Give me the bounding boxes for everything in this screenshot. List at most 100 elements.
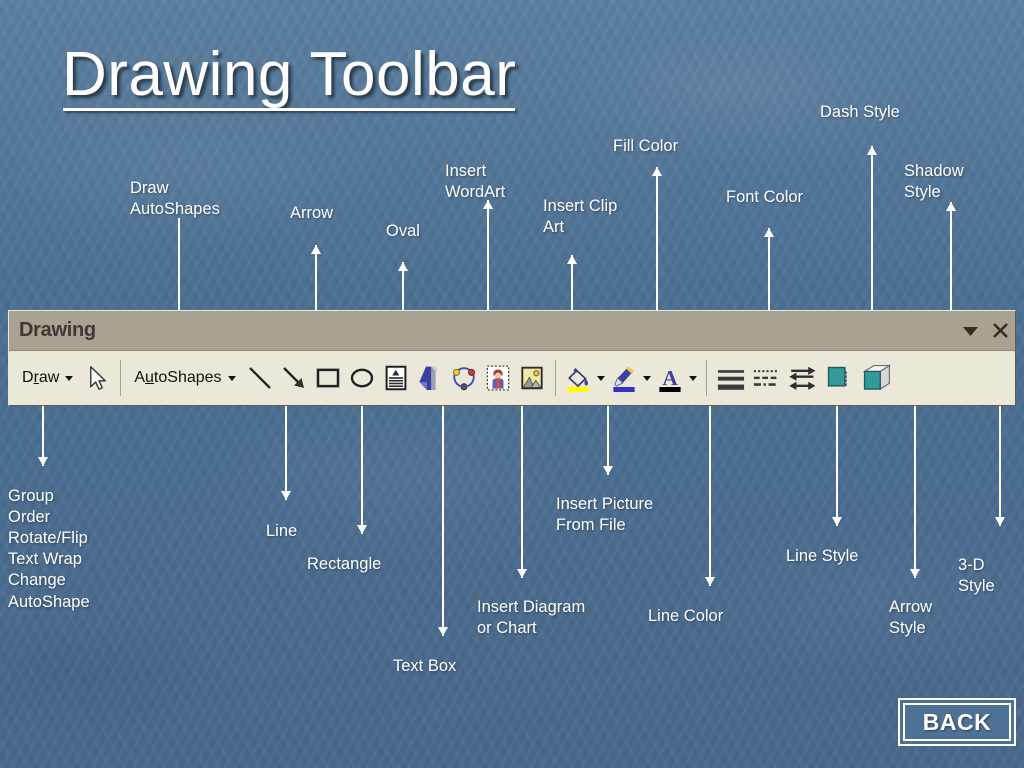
font-color-button[interactable]: A bbox=[654, 358, 686, 398]
leader-line-shadow-style bbox=[950, 202, 952, 310]
line-icon bbox=[248, 367, 271, 389]
callout-label-draw-autoshapes: Draw AutoShapes bbox=[130, 179, 220, 219]
arrowhead-line-color bbox=[705, 577, 715, 586]
leader-line-3d-style bbox=[999, 406, 1001, 526]
text-box-button[interactable] bbox=[379, 358, 413, 398]
3d-style-icon bbox=[862, 364, 891, 391]
callout-label-fill-color: Fill Color bbox=[613, 137, 679, 155]
page-title-underline bbox=[63, 108, 515, 111]
insert-picture-button[interactable] bbox=[515, 358, 549, 398]
shadow-style-icon bbox=[827, 366, 847, 387]
close-icon[interactable] bbox=[985, 311, 1015, 351]
leader-line-insert-wordart bbox=[487, 200, 489, 310]
line-style-icon bbox=[717, 370, 744, 390]
autoshapes-menu-button[interactable]: AutoShapes bbox=[127, 358, 242, 398]
callout-label-line-style: Line Style bbox=[786, 547, 859, 565]
leader-line-draw-autoshapes bbox=[178, 218, 180, 310]
arrowhead-font-color bbox=[764, 228, 774, 237]
arrow-style-icon bbox=[788, 366, 815, 390]
3d-style-button[interactable] bbox=[857, 358, 893, 398]
autoshapes-menu-label: AutoShapes bbox=[134, 369, 222, 386]
callout-label-insert-wordart: Insert WordArt bbox=[445, 162, 506, 202]
fill-color-button[interactable] bbox=[562, 358, 594, 398]
dash-style-button[interactable] bbox=[749, 358, 785, 398]
leader-line-text-box bbox=[442, 406, 444, 636]
callout-label-insert-clip-art: Insert Clip Art bbox=[543, 197, 618, 237]
fill-color-dropdown[interactable] bbox=[594, 358, 608, 398]
arrowhead-arrow-style bbox=[910, 569, 920, 578]
callout-label-insert-diagram: Insert Diagram or Chart bbox=[477, 598, 586, 638]
leader-line-insert-picture bbox=[607, 406, 609, 475]
diagram-icon bbox=[452, 367, 475, 391]
leader-line-line bbox=[285, 406, 287, 500]
back-button[interactable]: BACK bbox=[898, 698, 1016, 746]
arrowhead-insert-picture bbox=[603, 466, 613, 475]
toolbar-button-row: Draw AutoShapes A bbox=[9, 351, 1015, 405]
callout-label-draw-menu: Group Order Rotate/Flip Text Wrap Change… bbox=[8, 487, 90, 611]
font-color-dropdown[interactable] bbox=[686, 358, 700, 398]
callout-label-oval: Oval bbox=[386, 222, 420, 240]
dash-style-icon bbox=[753, 370, 777, 386]
wordart-icon bbox=[418, 366, 439, 390]
line-button[interactable] bbox=[243, 358, 277, 398]
callout-label-arrow: Arrow bbox=[290, 204, 334, 222]
chevron-down-icon bbox=[642, 375, 651, 381]
leader-line-line-style bbox=[836, 406, 838, 526]
line-color-dropdown[interactable] bbox=[640, 358, 654, 398]
insert-diagram-button[interactable] bbox=[447, 358, 481, 398]
oval-button[interactable] bbox=[345, 358, 379, 398]
callout-label-shadow-style: Shadow Style bbox=[904, 162, 964, 202]
arrow-button[interactable] bbox=[277, 358, 311, 398]
toolbar-title-bar[interactable]: Drawing bbox=[9, 311, 1015, 351]
callout-label-line-color: Line Color bbox=[648, 607, 724, 625]
toolbar-separator bbox=[705, 360, 707, 396]
line-style-button[interactable] bbox=[713, 358, 749, 398]
leader-line-arrow bbox=[315, 245, 317, 310]
arrowhead-rectangle bbox=[357, 525, 367, 534]
callout-label-font-color: Font Color bbox=[726, 188, 804, 206]
leader-line-fill-color bbox=[656, 167, 658, 310]
callout-label-line: Line bbox=[266, 522, 298, 540]
line-color-icon bbox=[612, 366, 635, 392]
oval-icon bbox=[350, 368, 373, 388]
picture-icon bbox=[520, 366, 543, 390]
leader-line-rectangle bbox=[361, 406, 363, 534]
insert-wordart-button[interactable] bbox=[413, 358, 447, 398]
insert-clip-art-button[interactable] bbox=[481, 358, 515, 398]
arrowhead-line-style bbox=[832, 517, 842, 526]
leader-line-dash-style bbox=[871, 146, 873, 310]
arrowhead-arrow bbox=[311, 245, 321, 254]
drawing-toolbar: Drawing Draw AutoShapes A bbox=[8, 310, 1016, 406]
rectangle-icon bbox=[316, 368, 339, 388]
draw-menu-label: Draw bbox=[22, 369, 60, 386]
chevron-down-icon bbox=[227, 375, 236, 381]
arrowhead-line bbox=[281, 491, 291, 500]
clip-art-icon bbox=[486, 365, 509, 391]
pointer-icon bbox=[90, 366, 107, 390]
font-color-icon: A bbox=[658, 366, 681, 392]
leader-line-line-color bbox=[709, 406, 711, 586]
arrow-style-button[interactable] bbox=[785, 358, 821, 398]
select-objects-button[interactable] bbox=[80, 358, 114, 398]
rectangle-button[interactable] bbox=[311, 358, 345, 398]
leader-line-font-color bbox=[768, 228, 770, 310]
arrow-icon bbox=[282, 367, 304, 388]
fill-color-icon bbox=[566, 368, 589, 392]
toolbar-separator bbox=[554, 360, 556, 396]
arrowhead-shadow-style bbox=[946, 202, 956, 211]
line-color-button[interactable] bbox=[608, 358, 640, 398]
callout-label-rectangle: Rectangle bbox=[307, 555, 382, 573]
toolbar-options-icon[interactable] bbox=[955, 311, 985, 351]
draw-menu-button[interactable]: Draw bbox=[15, 358, 80, 398]
toolbar-title-label: Drawing bbox=[19, 319, 96, 341]
back-button-inner: BACK bbox=[903, 703, 1011, 741]
arrowhead-insert-clip-art bbox=[567, 255, 577, 264]
svg-text:A: A bbox=[662, 366, 678, 390]
shadow-style-button[interactable] bbox=[821, 358, 857, 398]
arrowhead-oval bbox=[398, 262, 408, 271]
callout-label-text-box: Text Box bbox=[393, 657, 457, 675]
arrowhead-dash-style bbox=[867, 146, 877, 155]
arrowhead-insert-diagram bbox=[517, 569, 527, 578]
callout-label-arrow-style: Arrow Style bbox=[889, 598, 933, 638]
arrowhead-fill-color bbox=[652, 167, 662, 176]
